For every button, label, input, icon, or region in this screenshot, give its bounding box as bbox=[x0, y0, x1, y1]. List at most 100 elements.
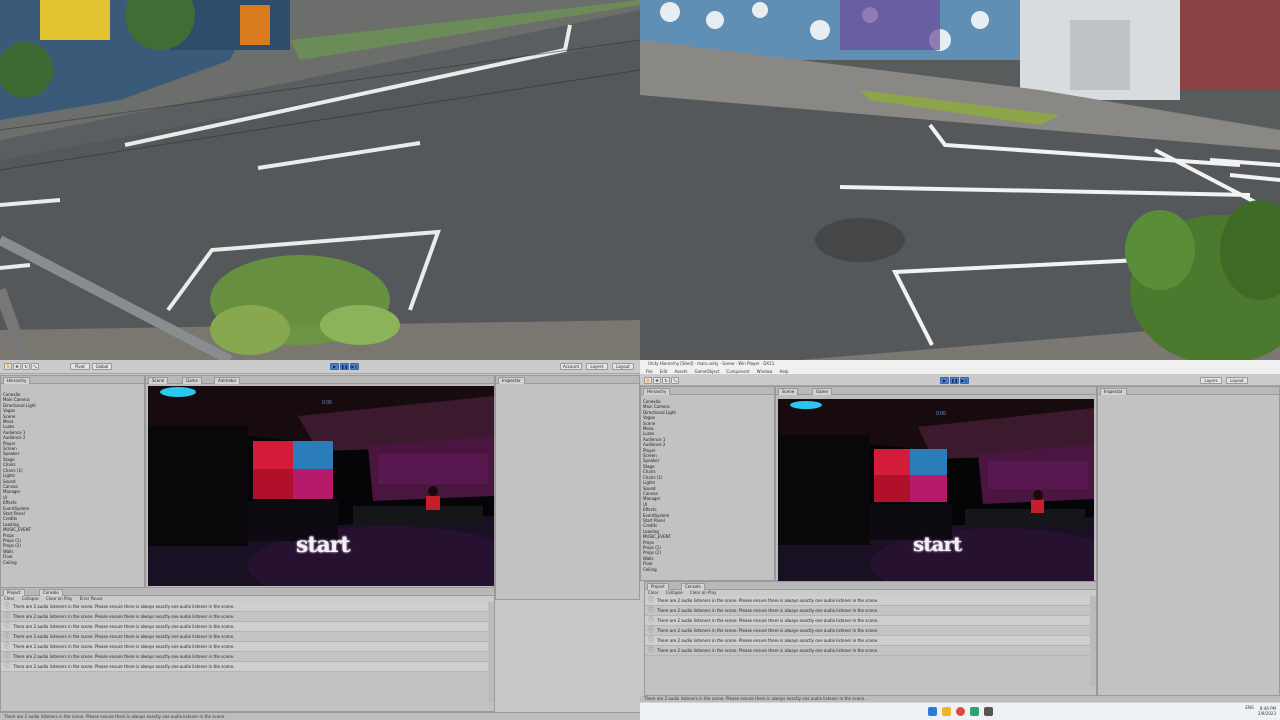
console-log-entry[interactable]: There are 2 audio listeners in the scene… bbox=[1, 632, 489, 642]
console-collapse-toggle[interactable]: Collapse bbox=[666, 590, 683, 595]
status-bar: There are 2 audio listeners in the scene… bbox=[0, 712, 640, 720]
console-clear-on-play-toggle[interactable]: Clear on Play bbox=[46, 596, 72, 601]
hand-tool-button[interactable]: ✋ bbox=[644, 377, 652, 384]
street-photo-left bbox=[0, 0, 640, 360]
play-button[interactable]: ▶ bbox=[940, 377, 949, 384]
rotate-tool-button[interactable]: ↻ bbox=[662, 377, 670, 384]
game-panel: Scene Game 0:00 start bbox=[775, 386, 1097, 581]
language-indicator[interactable]: ENG bbox=[1245, 705, 1254, 710]
console-log-entry[interactable]: There are 2 audio listeners in the scene… bbox=[645, 596, 1091, 606]
menu-bar: File Edit Assets GameObject Component Window H… bbox=[640, 368, 1280, 375]
console-clear-on-play-toggle[interactable]: Clear on Play bbox=[690, 590, 716, 595]
menu-item-assets[interactable]: Assets bbox=[674, 369, 687, 374]
move-tool-button[interactable]: ✥ bbox=[13, 363, 21, 370]
tab-scene[interactable]: Scene bbox=[778, 388, 799, 395]
camera-feed-right bbox=[640, 0, 1280, 360]
global-toggle[interactable]: Global bbox=[92, 363, 112, 370]
account-button[interactable]: Account bbox=[560, 363, 582, 370]
scale-tool-button[interactable]: ⤡ bbox=[31, 363, 39, 370]
menu-item-file[interactable]: File bbox=[646, 369, 653, 374]
layers-dropdown[interactable]: Layers bbox=[1200, 377, 1222, 384]
street-photo-right bbox=[640, 0, 1280, 360]
tab-game[interactable]: Game bbox=[182, 377, 202, 384]
clock-date: 2/9/2023 bbox=[1258, 711, 1276, 716]
tab-animator[interactable]: Animator bbox=[214, 377, 241, 384]
menu-item-edit[interactable]: Edit bbox=[660, 369, 668, 374]
console-log-list: There are 2 audio listeners in the scene… bbox=[1, 602, 489, 672]
pause-button[interactable]: ❚❚ bbox=[340, 363, 349, 370]
tab-inspector[interactable]: Inspector bbox=[1100, 388, 1127, 395]
console-clear-button[interactable]: Clear bbox=[648, 590, 658, 595]
hierarchy-panel: Hierarchy Conexão Main Camera Directiona… bbox=[640, 386, 775, 581]
console-panel: Project Console Clear Collapse Clear on … bbox=[644, 581, 1097, 696]
game-view[interactable]: 0:00 start bbox=[778, 399, 1094, 581]
console-log-entry[interactable]: There are 2 audio listeners in the scene… bbox=[1, 612, 489, 622]
hierarchy-list: Conexão Main Camera Directional Light Va… bbox=[643, 399, 772, 572]
console-log-entry[interactable]: There are 2 audio listeners in the scene… bbox=[1, 652, 489, 662]
layout-dropdown[interactable]: Layout bbox=[612, 363, 634, 370]
unity-editor-left: ✋ ✥ ↻ ⤡ Pivot Global ▶ ❚❚ ▶❙ Account Lay… bbox=[0, 360, 640, 720]
opera-browser-icon[interactable] bbox=[956, 707, 965, 716]
unity-editor-right: Unity Hierarchy [Shell] · main.unity · S… bbox=[640, 360, 1280, 720]
start-button[interactable]: start bbox=[296, 532, 351, 558]
pivot-toggle[interactable]: Pivot bbox=[70, 363, 90, 370]
console-log-entry[interactable]: There are 2 audio listeners in the scene… bbox=[1, 622, 489, 632]
console-panel: Project Console Clear Collapse Clear on … bbox=[0, 587, 495, 712]
menu-item-gameobject[interactable]: GameObject bbox=[694, 369, 719, 374]
tab-project[interactable]: Project bbox=[3, 589, 25, 596]
rotate-tool-button[interactable]: ↻ bbox=[22, 363, 30, 370]
step-button[interactable]: ▶❙ bbox=[960, 377, 969, 384]
tab-scene[interactable]: Scene bbox=[148, 377, 169, 384]
game-view[interactable]: 0:00 start bbox=[148, 386, 494, 586]
game-panel: Scene Game Animator 0:00 start bbox=[145, 375, 495, 600]
console-scrollbar[interactable] bbox=[1090, 596, 1096, 686]
console-log-entry[interactable]: There are 2 audio listeners in the scene… bbox=[645, 606, 1091, 616]
camera-feed-left bbox=[0, 0, 640, 360]
play-button[interactable]: ▶ bbox=[330, 363, 339, 370]
console-log-entry[interactable]: There are 2 audio listeners in the scene… bbox=[645, 616, 1091, 626]
console-log-entry[interactable]: There are 2 audio listeners in the scene… bbox=[645, 646, 1091, 656]
taskbar-clock[interactable]: 8:46 PM 2/9/2023 bbox=[1258, 706, 1276, 716]
file-explorer-icon[interactable] bbox=[942, 707, 951, 716]
console-log-entry[interactable]: There are 2 audio listeners in the scene… bbox=[645, 626, 1091, 636]
layers-dropdown[interactable]: Layers bbox=[586, 363, 608, 370]
hierarchy-list: Conexão Main Camera Directional Light Va… bbox=[3, 392, 142, 565]
game-timer-label: 0:00 bbox=[322, 400, 332, 406]
windows-start-icon[interactable] bbox=[928, 707, 937, 716]
console-log-list: There are 2 audio listeners in the scene… bbox=[645, 596, 1091, 656]
tab-inspector[interactable]: Inspector bbox=[498, 377, 525, 384]
hierarchy-item[interactable]: Ceiling bbox=[643, 567, 772, 572]
console-clear-button[interactable]: Clear bbox=[4, 596, 14, 601]
menu-item-help[interactable]: Help bbox=[779, 369, 788, 374]
console-collapse-toggle[interactable]: Collapse bbox=[22, 596, 39, 601]
tab-console[interactable]: Console bbox=[681, 583, 705, 590]
unity-icon[interactable] bbox=[984, 707, 993, 716]
tab-hierarchy[interactable]: Hierarchy bbox=[643, 388, 671, 395]
console-log-entry[interactable]: There are 2 audio listeners in the scene… bbox=[645, 636, 1091, 646]
hand-tool-button[interactable]: ✋ bbox=[4, 363, 12, 370]
pause-button[interactable]: ❚❚ bbox=[950, 377, 959, 384]
console-error-pause-toggle[interactable]: Error Pause bbox=[80, 596, 103, 601]
window-title: Unity Hierarchy [Shell] · main.unity · S… bbox=[640, 360, 1280, 368]
hierarchy-panel: Hierarchy Conexão Main Camera Directiona… bbox=[0, 375, 145, 598]
console-log-entry[interactable]: There are 2 audio listeners in the scene… bbox=[1, 642, 489, 652]
inspector-panel: Inspector bbox=[495, 375, 640, 600]
hierarchy-item[interactable]: Ceiling bbox=[3, 560, 142, 565]
tab-game[interactable]: Game bbox=[812, 388, 832, 395]
tab-hierarchy[interactable]: Hierarchy bbox=[3, 377, 31, 384]
tab-project[interactable]: Project bbox=[647, 583, 669, 590]
console-scrollbar[interactable] bbox=[488, 602, 494, 702]
editor-toolbar: ✋ ✥ ↻ ⤡ Pivot Global ▶ ❚❚ ▶❙ Account Lay… bbox=[0, 360, 640, 374]
start-button[interactable]: start bbox=[913, 532, 962, 556]
scale-tool-button[interactable]: ⤡ bbox=[671, 377, 679, 384]
console-log-entry[interactable]: There are 2 audio listeners in the scene… bbox=[1, 602, 489, 612]
console-log-entry[interactable]: There are 2 audio listeners in the scene… bbox=[1, 662, 489, 672]
app-icon[interactable] bbox=[970, 707, 979, 716]
menu-item-component[interactable]: Component bbox=[726, 369, 749, 374]
move-tool-button[interactable]: ✥ bbox=[653, 377, 661, 384]
tab-console[interactable]: Console bbox=[39, 589, 63, 596]
step-button[interactable]: ▶❙ bbox=[350, 363, 359, 370]
editor-toolbar-right: ✋ ✥ ↻ ⤡ ▶ ❚❚ ▶❙ Layers Layout bbox=[640, 375, 1280, 386]
menu-item-window[interactable]: Window bbox=[757, 369, 773, 374]
layout-dropdown[interactable]: Layout bbox=[1226, 377, 1248, 384]
